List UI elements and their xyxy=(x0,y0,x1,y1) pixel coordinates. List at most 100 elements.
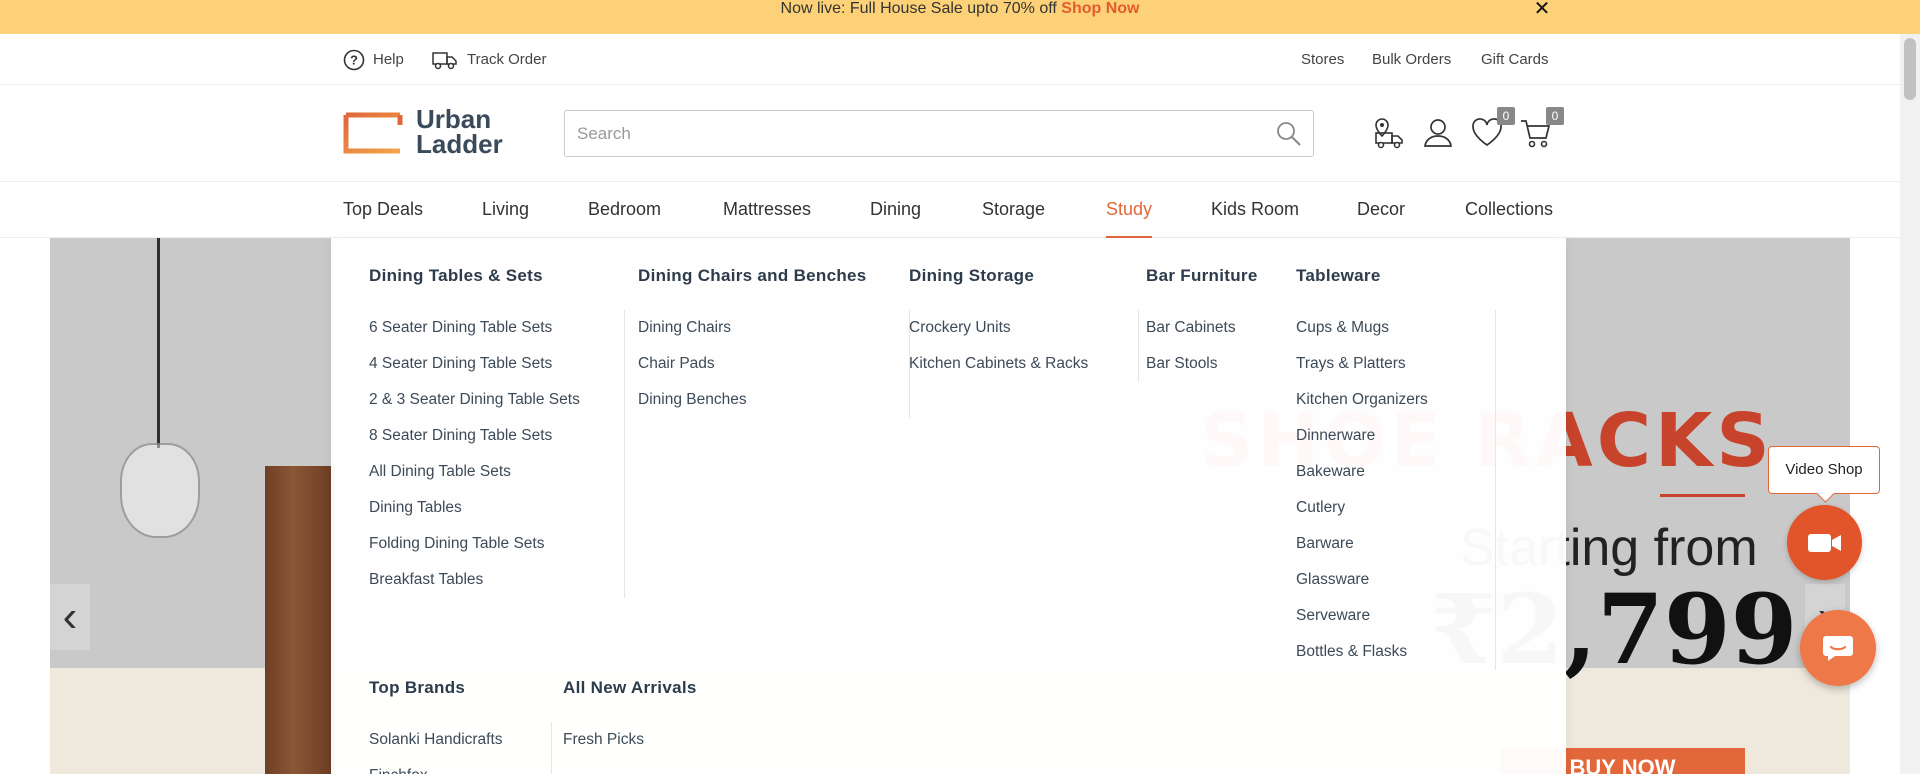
menu-column-list: Crockery Units Kitchen Cabinets & Racks xyxy=(909,310,1139,382)
menu-column-list: Cups & Mugs Trays & Platters Kitchen Org… xyxy=(1296,310,1496,670)
menu-column-list: 6 Seater Dining Table Sets 4 Seater Dini… xyxy=(369,310,625,598)
nav-dining[interactable]: Dining xyxy=(870,182,921,238)
menu-item[interactable]: Crockery Units xyxy=(909,310,1128,346)
hero-divider xyxy=(1660,494,1745,497)
stores-link[interactable]: Stores xyxy=(1301,34,1344,85)
nav-mattresses[interactable]: Mattresses xyxy=(723,182,811,238)
menu-item[interactable]: Fresh Picks xyxy=(563,722,703,758)
pendant-lamp-cord xyxy=(157,238,160,448)
menu-column-title[interactable]: Dining Tables & Sets xyxy=(369,262,625,290)
help-icon: ? xyxy=(343,49,365,70)
menu-column-list: Solanki Handicrafts Finchfox xyxy=(369,722,552,774)
menu-item[interactable]: Glassware xyxy=(1296,562,1485,598)
pendant-lamp-image xyxy=(120,443,200,538)
menu-column-title[interactable]: Dining Storage xyxy=(909,262,1139,290)
bulk-orders-link[interactable]: Bulk Orders xyxy=(1372,34,1451,85)
menu-item[interactable]: Dining Chairs xyxy=(638,310,899,346)
carousel-prev-button[interactable]: ‹ xyxy=(50,584,90,650)
menu-item[interactable]: Folding Dining Table Sets xyxy=(369,526,614,562)
promo-message: Now live: Full House Sale upto 70% off xyxy=(780,0,1062,17)
menu-column-title[interactable]: Bar Furniture xyxy=(1146,262,1286,290)
menu-item[interactable]: 6 Seater Dining Table Sets xyxy=(369,310,614,346)
menu-item[interactable]: Serveware xyxy=(1296,598,1485,634)
chevron-left-icon: ‹ xyxy=(62,592,78,641)
menu-item[interactable]: Bar Cabinets xyxy=(1146,310,1276,346)
scrollbar-thumb[interactable] xyxy=(1904,38,1916,100)
video-shop-button[interactable] xyxy=(1787,505,1862,580)
help-label: Help xyxy=(373,51,404,68)
nav-kids-room[interactable]: Kids Room xyxy=(1211,182,1299,238)
menu-column-dining-chairs: Dining Chairs and Benches Dining Chairs … xyxy=(638,262,910,418)
wishlist-count-badge: 0 xyxy=(1497,107,1515,125)
wishlist-button[interactable]: 0 xyxy=(1469,107,1515,151)
menu-column-title[interactable]: Tableware xyxy=(1296,262,1496,290)
menu-item[interactable]: Trays & Platters xyxy=(1296,346,1485,382)
search-input[interactable] xyxy=(577,111,1257,156)
truck-icon xyxy=(432,51,457,69)
menu-item[interactable]: Dining Benches xyxy=(638,382,899,418)
video-shop-tooltip[interactable]: Video Shop xyxy=(1768,446,1880,494)
cart-count-badge: 0 xyxy=(1546,107,1564,125)
promo-text: Now live: Full House Sale upto 70% off S… xyxy=(0,0,1920,18)
menu-column-title[interactable]: Dining Chairs and Benches xyxy=(638,262,910,290)
menu-item[interactable]: Bakeware xyxy=(1296,454,1485,490)
close-icon[interactable]: ✕ xyxy=(1532,0,1552,19)
wood-panel-image xyxy=(265,466,335,774)
nav-top-deals[interactable]: Top Deals xyxy=(343,182,423,238)
store-locator-icon xyxy=(1375,118,1403,149)
nav-bedroom[interactable]: Bedroom xyxy=(588,182,661,238)
menu-item[interactable]: Cups & Mugs xyxy=(1296,310,1485,346)
utility-bar: ? Help Track Order Stores Bulk Orders Gi… xyxy=(0,34,1900,85)
menu-item[interactable]: Barware xyxy=(1296,526,1485,562)
menu-item[interactable]: Chair Pads xyxy=(638,346,899,382)
main-header: Urban Ladder 0 0 xyxy=(0,85,1900,182)
logo-line2: Ladder xyxy=(416,129,503,159)
menu-item[interactable]: 2 & 3 Seater Dining Table Sets xyxy=(369,382,614,418)
nav-living[interactable]: Living xyxy=(482,182,529,238)
menu-item[interactable]: 4 Seater Dining Table Sets xyxy=(369,346,614,382)
store-locator-button[interactable] xyxy=(1370,115,1406,151)
menu-item[interactable]: Bottles & Flasks xyxy=(1296,634,1485,670)
logo-mark-icon xyxy=(343,112,403,154)
track-order-label: Track Order xyxy=(467,51,547,68)
shop-now-link[interactable]: Shop Now xyxy=(1061,0,1139,17)
menu-item[interactable]: Bar Stools xyxy=(1146,346,1276,382)
menu-item[interactable]: Kitchen Organizers xyxy=(1296,382,1485,418)
menu-column-title[interactable]: All New Arrivals xyxy=(563,674,713,702)
track-order-link[interactable]: Track Order xyxy=(431,34,546,85)
menu-column-title[interactable]: Top Brands xyxy=(369,674,552,702)
logo-text: Urban Ladder xyxy=(416,106,503,159)
menu-item[interactable]: Dinnerware xyxy=(1296,418,1485,454)
nav-storage[interactable]: Storage xyxy=(982,182,1045,238)
menu-item[interactable]: Breakfast Tables xyxy=(369,562,614,598)
promo-banner: Now live: Full House Sale upto 70% off S… xyxy=(0,0,1920,34)
nav-collections[interactable]: Collections xyxy=(1465,182,1553,238)
gift-cards-link[interactable]: Gift Cards xyxy=(1481,34,1549,85)
search-icon[interactable] xyxy=(1275,120,1303,148)
mega-menu: Dining Tables & Sets 6 Seater Dining Tab… xyxy=(331,238,1566,774)
menu-column-dining-storage: Dining Storage Crockery Units Kitchen Ca… xyxy=(909,262,1139,382)
menu-column-dining-tables: Dining Tables & Sets 6 Seater Dining Tab… xyxy=(369,262,625,598)
video-camera-icon xyxy=(1807,533,1841,552)
chat-bubble-icon xyxy=(1823,636,1853,661)
urban-ladder-logo[interactable]: Urban Ladder xyxy=(343,106,508,159)
menu-item[interactable]: 8 Seater Dining Table Sets xyxy=(369,418,614,454)
help-link[interactable]: ? Help xyxy=(343,34,404,85)
nav-decor[interactable]: Decor xyxy=(1357,182,1405,238)
menu-item[interactable]: Cutlery xyxy=(1296,490,1485,526)
search-box xyxy=(564,110,1314,157)
menu-column-list: Dining Chairs Chair Pads Dining Benches xyxy=(638,310,910,418)
menu-column-new-arrivals: All New Arrivals Fresh Picks xyxy=(563,674,713,758)
menu-item[interactable]: All Dining Table Sets xyxy=(369,454,614,490)
page-scrollbar[interactable] xyxy=(1900,34,1920,774)
menu-item[interactable]: Dining Tables xyxy=(369,490,614,526)
chat-button[interactable] xyxy=(1800,610,1876,686)
nav-study[interactable]: Study xyxy=(1106,182,1153,238)
menu-item[interactable]: Kitchen Cabinets & Racks xyxy=(909,346,1128,382)
category-nav: Top Deals Living Bedroom Mattresses Dini… xyxy=(0,182,1900,238)
account-button[interactable] xyxy=(1420,115,1456,151)
menu-item[interactable]: Solanki Handicrafts xyxy=(369,722,541,758)
cart-button[interactable]: 0 xyxy=(1518,107,1564,151)
menu-item[interactable]: Finchfox xyxy=(369,758,541,774)
menu-column-top-brands: Top Brands Solanki Handicrafts Finchfox xyxy=(369,674,552,774)
